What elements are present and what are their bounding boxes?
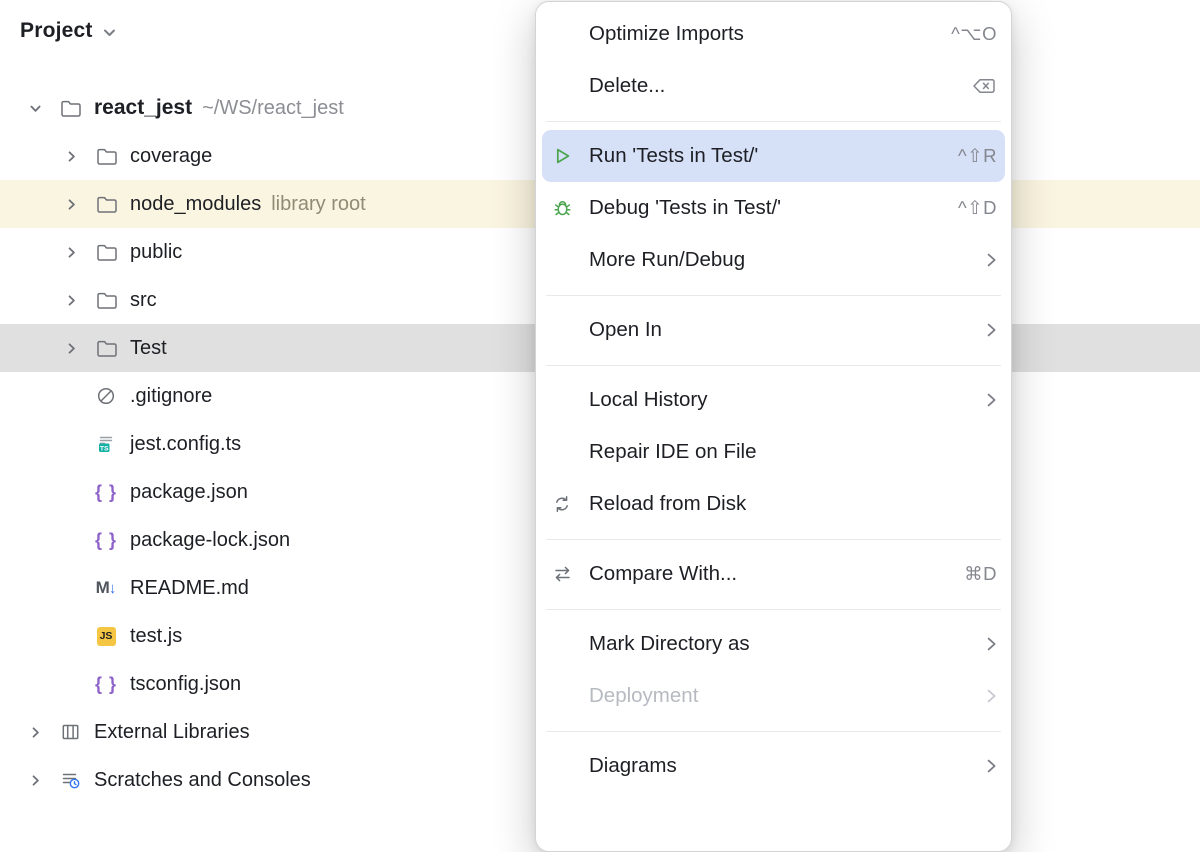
menu-item-delete[interactable]: Delete...: [542, 60, 1005, 112]
menu-item-debug-tests-in-test[interactable]: Debug 'Tests in Test/' ^⇧D: [542, 182, 1005, 234]
menu-separator: [546, 722, 1001, 740]
menu-item-label: Optimize Imports: [589, 22, 744, 46]
markdown-icon: M↓: [88, 578, 124, 598]
tree-item-label: Scratches and Consoles: [94, 769, 311, 792]
panel-title: Project: [20, 19, 93, 43]
menu-item-reload-from-disk[interactable]: Reload from Disk: [542, 478, 1005, 530]
menu-item-deployment[interactable]: Deployment: [542, 670, 1005, 722]
folder-icon: [88, 339, 124, 358]
menu-item-label: Local History: [589, 388, 708, 412]
menu-item-label: Mark Directory as: [589, 632, 750, 656]
ignored-icon: [88, 386, 124, 406]
tree-item-suffix: ~/WS/react_jest: [202, 97, 344, 120]
tree-item-label: public: [130, 241, 182, 264]
chevron-right-icon[interactable]: [54, 294, 88, 307]
libraries-icon: [52, 722, 88, 742]
tree-item-label: node_modules: [130, 193, 261, 216]
menu-separator: [546, 286, 1001, 304]
menu-item-label: Deployment: [589, 684, 698, 708]
menu-item-compare-with[interactable]: Compare With... ⌘D: [542, 548, 1005, 600]
chevron-right-icon[interactable]: [54, 246, 88, 259]
menu-item-diagrams[interactable]: Diagrams: [542, 740, 1005, 792]
menu-item-label: Open In: [589, 318, 662, 342]
chevron-down-icon[interactable]: [18, 102, 52, 115]
delete-forward-icon: [971, 77, 997, 95]
menu-item-mark-directory-as[interactable]: Mark Directory as: [542, 618, 1005, 670]
ts-config-icon: TS: [88, 434, 124, 454]
context-menu: Optimize Imports ^⌥O Delete... Run 'Tests i…: [535, 1, 1012, 852]
chevron-right-icon[interactable]: [18, 726, 52, 739]
tree-item-label: tsconfig.json: [130, 673, 241, 696]
menu-item-open-in[interactable]: Open In: [542, 304, 1005, 356]
json-icon: { }: [88, 674, 124, 695]
menu-item-label: Debug 'Tests in Test/': [589, 196, 781, 220]
menu-item-label: More Run/Debug: [589, 248, 745, 272]
tree-item-label: react_jest: [94, 96, 192, 120]
menu-item-label: Reload from Disk: [589, 492, 746, 516]
menu-separator: [546, 600, 1001, 618]
js-icon: JS: [88, 627, 124, 646]
project-tool-window: Project react_jest ~/WS/react_jestcoverag…: [0, 0, 1200, 810]
menu-item-local-history[interactable]: Local History: [542, 374, 1005, 426]
tree-item-label: External Libraries: [94, 721, 250, 744]
chevron-right-icon[interactable]: [54, 150, 88, 163]
tree-item-label: package.json: [130, 481, 248, 504]
menu-item-optimize-imports[interactable]: Optimize Imports ^⌥O: [542, 8, 1005, 60]
run-icon: [552, 146, 589, 166]
json-icon: { }: [88, 530, 124, 551]
menu-item-label: Repair IDE on File: [589, 440, 756, 464]
menu-separator: [546, 356, 1001, 374]
folder-icon: [88, 243, 124, 262]
submenu-chevron-icon: [986, 636, 997, 652]
menu-item-shortcut: ^⇧R: [958, 145, 997, 167]
menu-separator: [546, 530, 1001, 548]
chevron-right-icon[interactable]: [54, 198, 88, 211]
submenu-chevron-icon: [986, 688, 997, 704]
menu-item-label: Run 'Tests in Test/': [589, 144, 758, 168]
debug-icon: [552, 198, 589, 218]
panel-header: Project: [20, 19, 117, 43]
submenu-chevron-icon: [986, 252, 997, 268]
tree-item-label: jest.config.ts: [130, 433, 241, 456]
menu-item-shortcut: ⌘D: [964, 563, 997, 585]
chevron-right-icon[interactable]: [54, 342, 88, 355]
menu-item-shortcut: ^⇧D: [958, 197, 997, 219]
tree-item-label: test.js: [130, 625, 182, 648]
tree-item-label: src: [130, 289, 157, 312]
scratches-icon: [52, 770, 88, 790]
submenu-chevron-icon: [986, 322, 997, 338]
menu-item-label: Compare With...: [589, 562, 737, 586]
menu-item-shortcut: ^⌥O: [951, 23, 997, 45]
submenu-chevron-icon: [986, 758, 997, 774]
folder-icon: [88, 195, 124, 214]
tree-item-label: package-lock.json: [130, 529, 290, 552]
folder-icon: [88, 291, 124, 310]
menu-item-label: Diagrams: [589, 754, 677, 778]
menu-separator: [546, 112, 1001, 130]
json-icon: { }: [88, 482, 124, 503]
chevron-down-icon[interactable]: [102, 25, 117, 40]
reload-icon: [552, 494, 589, 514]
tree-item-label: Test: [130, 337, 167, 360]
tree-item-suffix: library root: [271, 193, 365, 216]
menu-item-repair-ide-on-file[interactable]: Repair IDE on File: [542, 426, 1005, 478]
menu-item-run-tests-in-test[interactable]: Run 'Tests in Test/' ^⇧R: [542, 130, 1005, 182]
folder-icon: [88, 147, 124, 166]
folder-icon: [52, 99, 88, 118]
tree-item-label: coverage: [130, 145, 212, 168]
menu-item-label: Delete...: [589, 74, 665, 98]
tree-item-label: .gitignore: [130, 385, 212, 408]
compare-icon: [552, 564, 589, 584]
menu-item-more-run-debug[interactable]: More Run/Debug: [542, 234, 1005, 286]
tree-item-label: README.md: [130, 577, 249, 600]
submenu-chevron-icon: [986, 392, 997, 408]
svg-text:TS: TS: [100, 445, 109, 452]
chevron-right-icon[interactable]: [18, 774, 52, 787]
